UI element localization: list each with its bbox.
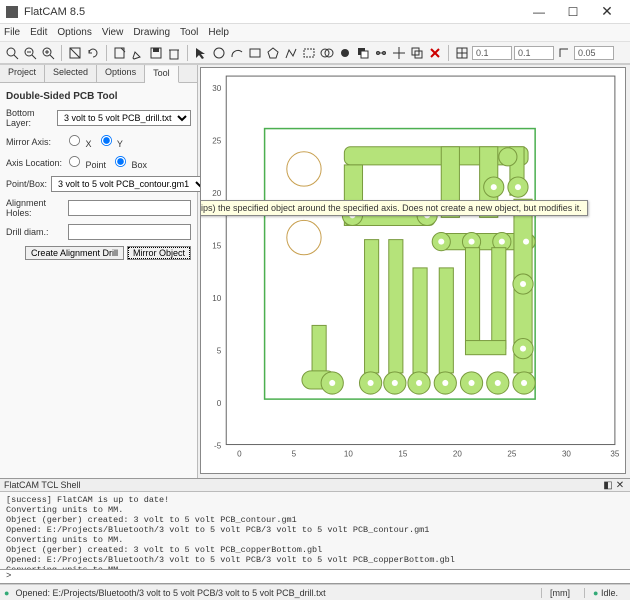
zoom-out-icon[interactable]: [22, 45, 38, 61]
rect-select-icon[interactable]: [301, 45, 317, 61]
shell-header: FlatCAM TCL Shell ◧ ✕: [0, 478, 630, 492]
svg-text:20: 20: [453, 450, 462, 459]
grid-y-field[interactable]: 0.1: [514, 46, 554, 60]
statusbar: ● Opened: E:/Projects/Bluetooth/3 volt t…: [0, 584, 630, 600]
plot-canvas[interactable]: 30 25 20 15 10 5 0 -5 0 5 10 15 20 25 30 35: [200, 67, 626, 474]
pointbox-select[interactable]: 3 volt to 5 volt PCB_contour.gm1: [51, 176, 209, 192]
status-idle-dot-icon: ●: [593, 588, 598, 598]
status-idle: Idle.: [601, 588, 618, 598]
edit-geometry-icon[interactable]: [130, 45, 146, 61]
svg-text:30: 30: [212, 84, 221, 93]
tab-project[interactable]: Project: [0, 65, 45, 82]
side-tabs: Project Selected Options Tool: [0, 65, 197, 83]
plot-svg: 30 25 20 15 10 5 0 -5 0 5 10 15 20 25 30 35: [201, 68, 625, 464]
menu-drawing[interactable]: Drawing: [133, 27, 170, 38]
bottom-layer-label: Bottom Layer:: [6, 108, 53, 128]
svg-text:0: 0: [237, 450, 242, 459]
axis-box-radio[interactable]: Box: [114, 155, 147, 170]
svg-text:5: 5: [217, 347, 222, 356]
select-icon[interactable]: [193, 45, 209, 61]
maximize-button[interactable]: ☐: [556, 1, 590, 23]
menu-options[interactable]: Options: [57, 27, 91, 38]
svg-text:35: 35: [610, 450, 619, 459]
grid-icon[interactable]: [454, 45, 470, 61]
tab-tool[interactable]: Tool: [145, 66, 179, 83]
snap-corner-icon[interactable]: [556, 45, 572, 61]
bottom-layer-select[interactable]: 3 volt to 5 volt PCB_drill.txt: [57, 110, 191, 126]
cut-path-icon[interactable]: [373, 45, 389, 61]
tool-panel: Double-Sided PCB Tool Bottom Layer: 3 vo…: [0, 83, 197, 266]
status-units: [mm]: [541, 588, 578, 598]
close-button[interactable]: ✕: [590, 1, 624, 23]
svg-text:25: 25: [507, 450, 516, 459]
alignment-holes-field[interactable]: [68, 200, 191, 216]
zoom-fit-icon[interactable]: [4, 45, 20, 61]
shell-output[interactable]: [success] FlatCAM is up to date!Converti…: [0, 492, 630, 570]
polygon-icon[interactable]: [265, 45, 281, 61]
zoom-in-icon[interactable]: [40, 45, 56, 61]
svg-text:15: 15: [398, 450, 407, 459]
shell-float-icon[interactable]: ◧: [602, 479, 614, 491]
create-alignment-drill-button[interactable]: Create Alignment Drill: [25, 246, 124, 260]
arc-icon[interactable]: [229, 45, 245, 61]
intersect-icon[interactable]: [337, 45, 353, 61]
menubar: File Edit Options View Drawing Tool Help: [0, 24, 630, 42]
axis-location-label: Axis Location:: [6, 158, 64, 168]
tooltip: Mirrors (flips) the specified object aro…: [200, 200, 588, 216]
delete-shape-icon[interactable]: [427, 45, 443, 61]
tool-header: Double-Sided PCB Tool: [6, 89, 191, 108]
axis-point-radio[interactable]: Point: [68, 155, 106, 170]
svg-text:15: 15: [212, 242, 221, 251]
new-geometry-icon[interactable]: [112, 45, 128, 61]
save-geometry-icon[interactable]: [148, 45, 164, 61]
alignment-holes-label: Alignment Holes:: [6, 198, 64, 218]
move-icon[interactable]: [391, 45, 407, 61]
svg-text:0: 0: [217, 399, 222, 408]
subtract-icon[interactable]: [355, 45, 371, 61]
menu-help[interactable]: Help: [208, 27, 229, 38]
main-area: Project Selected Options Tool Double-Sid…: [0, 64, 630, 478]
grid-x-field[interactable]: 0.1: [472, 46, 512, 60]
pointbox-label: Point/Box:: [6, 179, 47, 189]
titlebar: FlatCAM 8.5 — ☐ ✕: [0, 0, 630, 24]
menu-edit[interactable]: Edit: [30, 27, 47, 38]
path-icon[interactable]: [283, 45, 299, 61]
minimize-button[interactable]: —: [522, 1, 556, 23]
menu-view[interactable]: View: [102, 27, 124, 38]
status-opened-dot-icon: ●: [4, 588, 9, 598]
svg-text:25: 25: [212, 137, 221, 146]
union-icon[interactable]: [319, 45, 335, 61]
circle-icon[interactable]: [211, 45, 227, 61]
snap-field[interactable]: 0.05: [574, 46, 614, 60]
copy-icon[interactable]: [409, 45, 425, 61]
svg-text:10: 10: [212, 294, 221, 303]
shell-input[interactable]: >: [0, 570, 630, 584]
drill-diam-field[interactable]: [68, 224, 191, 240]
svg-text:10: 10: [344, 450, 353, 459]
toolbar: 0.1 0.1 0.05: [0, 42, 630, 64]
svg-text:5: 5: [292, 450, 297, 459]
mirror-y-radio[interactable]: Y: [100, 134, 123, 149]
menu-file[interactable]: File: [4, 27, 20, 38]
menu-tool[interactable]: Tool: [180, 27, 198, 38]
delete-icon[interactable]: [166, 45, 182, 61]
shell-title: FlatCAM TCL Shell: [4, 480, 81, 490]
replot-icon[interactable]: [85, 45, 101, 61]
mirror-x-radio[interactable]: X: [68, 134, 92, 149]
rectangle-icon[interactable]: [247, 45, 263, 61]
side-panel: Project Selected Options Tool Double-Sid…: [0, 65, 198, 478]
mirror-object-button[interactable]: Mirror Object: [127, 246, 191, 260]
tab-options[interactable]: Options: [97, 65, 145, 82]
drill-diam-label: Drill diam.:: [6, 227, 64, 237]
svg-text:30: 30: [562, 450, 571, 459]
app-icon: [6, 6, 18, 18]
status-opened: Opened: E:/Projects/Bluetooth/3 volt to …: [15, 588, 325, 598]
tab-selected[interactable]: Selected: [45, 65, 97, 82]
svg-text:-5: -5: [214, 442, 222, 451]
clear-plot-icon[interactable]: [67, 45, 83, 61]
svg-text:20: 20: [212, 189, 221, 198]
window-title: FlatCAM 8.5: [24, 6, 522, 18]
mirror-axis-label: Mirror Axis:: [6, 137, 64, 147]
shell-close-icon[interactable]: ✕: [614, 479, 626, 491]
